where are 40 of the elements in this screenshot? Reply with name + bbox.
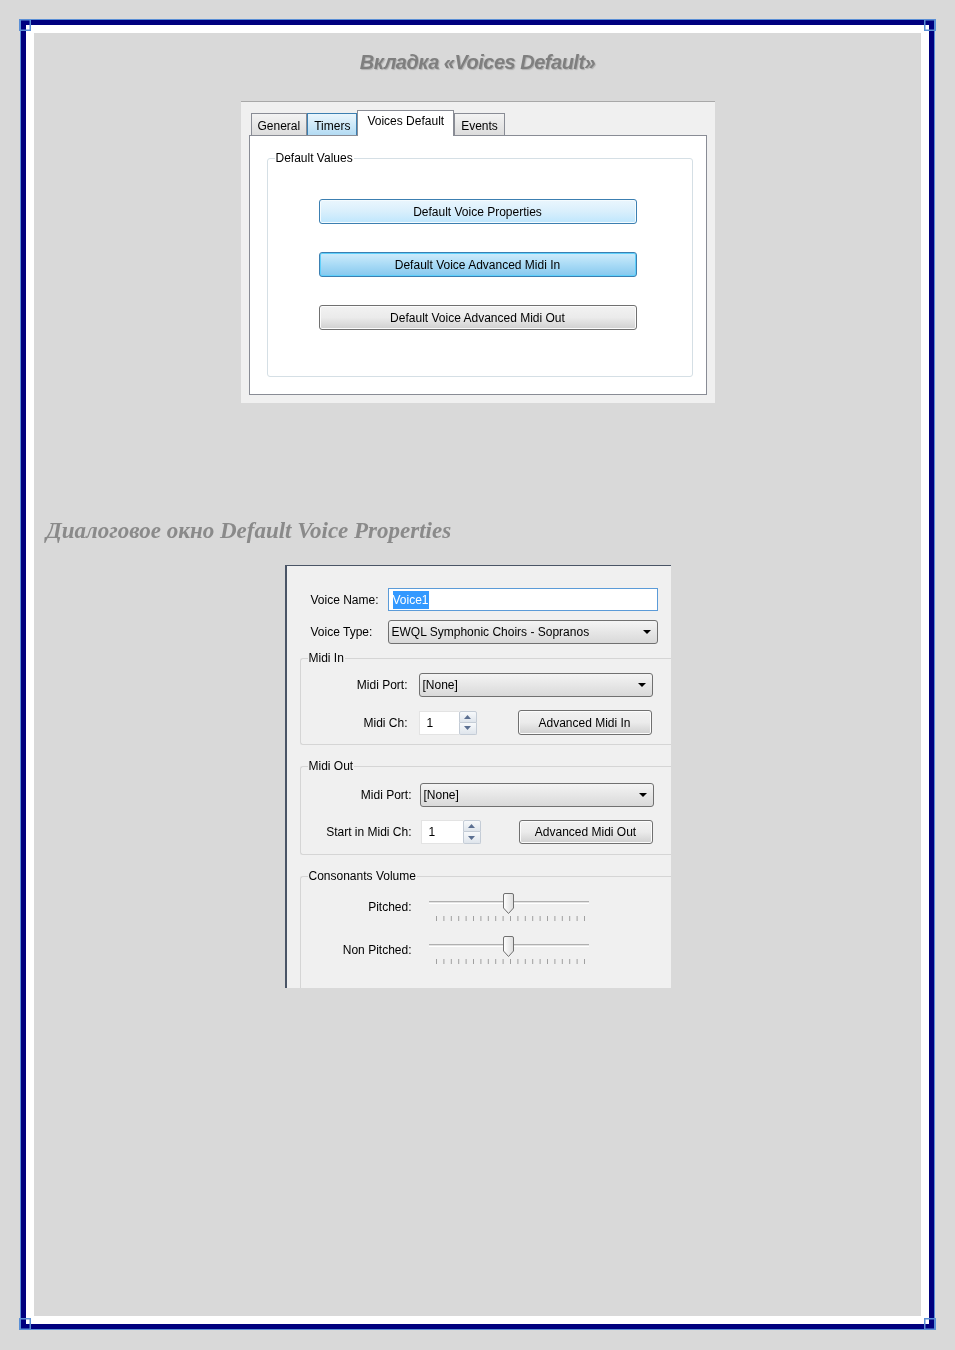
slider-track[interactable] (428, 893, 589, 914)
group-title: Midi In (307, 651, 345, 665)
dropdown[interactable]: [None] (419, 783, 654, 807)
number-field[interactable]: 1 (418, 710, 459, 735)
caret-icon (637, 683, 646, 687)
advanced-button[interactable]: Advanced Midi Out (518, 820, 653, 844)
spin-up-button[interactable] (458, 710, 477, 723)
page-title: Вкладка «Voices Default» (359, 50, 596, 75)
field-label: Voice Type: (310, 624, 374, 641)
field-label: Midi Ch: (362, 714, 408, 732)
tab[interactable]: Events (454, 113, 505, 135)
default-voice-button[interactable]: Default Voice Advanced Midi Out (318, 305, 637, 330)
dropdown[interactable]: EWQL Symphonic Choirs - Sopranos (387, 620, 658, 644)
down-arrow-icon (464, 726, 471, 730)
slider-label: Pitched: (367, 899, 412, 916)
field-label: Midi Port: (359, 787, 412, 804)
field-label: Start in Midi Ch: (325, 824, 412, 841)
tab[interactable]: General (250, 113, 308, 135)
up-arrow-icon (468, 824, 475, 828)
up-arrow-icon (464, 714, 471, 719)
number-field[interactable]: 1 (420, 820, 463, 844)
caret-icon (638, 793, 647, 797)
slider-label: Non Pitched: (341, 942, 412, 959)
group-title: Midi Out (307, 759, 355, 773)
tab[interactable]: Timers (307, 113, 358, 135)
advanced-button[interactable]: Advanced Midi In (517, 710, 652, 735)
group-title: Default Values (274, 151, 354, 165)
group-title: Consonants Volume (307, 869, 417, 883)
down-arrow-icon (468, 835, 475, 840)
caret-icon (642, 630, 651, 634)
tab[interactable]: Voices Default (357, 110, 455, 136)
field-label: Midi Port: (355, 677, 408, 694)
section-caption: Диалоговое окно Default Voice Properties (46, 517, 452, 545)
slider-thumb[interactable] (503, 936, 514, 957)
slider-thumb[interactable] (503, 893, 514, 914)
default-voice-button[interactable]: Default Voice Advanced Midi In (318, 252, 637, 277)
dropdown[interactable]: [None] (418, 673, 653, 697)
field-label: Voice Name: (310, 591, 380, 609)
slider-track[interactable] (428, 936, 589, 957)
default-voice-button[interactable]: Default Voice Properties (318, 199, 637, 224)
